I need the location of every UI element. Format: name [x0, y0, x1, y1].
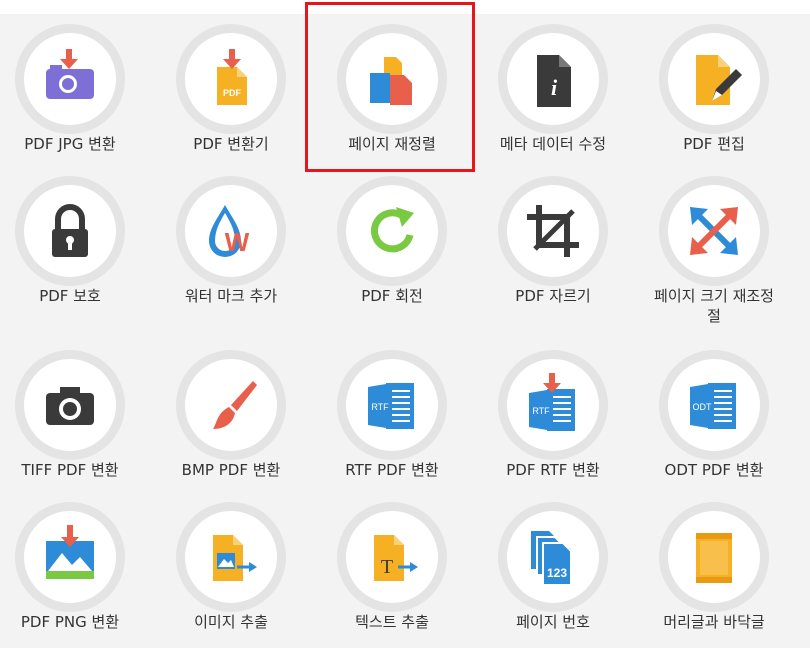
tool-label: PDF 변환기 [193, 135, 269, 153]
tool-label: 페이지 크기 재조정 절 [639, 286, 789, 326]
crop-icon [527, 205, 579, 257]
tool-icon-ring [176, 350, 286, 460]
text-glyph: T [381, 556, 393, 578]
selection-highlight [305, 2, 475, 172]
info-file-icon: i [537, 55, 571, 107]
tool-icon-ring: RTF [498, 350, 608, 460]
tool-icon-ring [498, 176, 608, 286]
tool-label: PDF 자르기 [515, 287, 591, 305]
tool-label: PDF PNG 변환 [20, 613, 120, 631]
tool-label-line1: 페이지 크기 재조정 [654, 287, 774, 305]
extract-image-icon [213, 535, 257, 581]
rtf-download-icon: RTF [529, 373, 575, 431]
tool-label: BMP PDF 변환 [181, 461, 281, 479]
tool-label: 텍스트 추출 [355, 613, 429, 631]
tool-label: 이미지 추출 [194, 613, 268, 631]
watermark-drop-icon: W [209, 205, 250, 257]
rtf-badge-text: RTF [532, 406, 550, 416]
tool-label: ODT PDF 변환 [664, 461, 764, 479]
tool-icon-ring [659, 24, 769, 134]
tool-label: PDF 회전 [361, 287, 423, 305]
tool-icon-ring: ODT [659, 350, 769, 460]
tool-label: PDF JPG 변환 [24, 135, 116, 153]
resize-arrows-icon [690, 207, 738, 255]
tool-icon-ring [15, 24, 125, 134]
tool-icon-ring: 123 [498, 502, 608, 612]
tool-label: 페이지 번호 [516, 613, 590, 631]
rotate-icon [371, 207, 414, 253]
tool-icon-ring: PDF [176, 24, 286, 134]
tool-icon-ring [659, 176, 769, 286]
numbers-badge-text: 123 [547, 566, 567, 580]
odt-badge-text: ODT [693, 402, 713, 412]
tool-label: 머리글과 바닥글 [663, 613, 765, 631]
tool-label: TIFF PDF 변환 [21, 461, 119, 479]
extract-text-icon: T [374, 535, 418, 581]
rtf-badge-text: RTF [371, 402, 389, 412]
tool-icon-ring: i [498, 24, 608, 134]
tool-icon-ring [176, 502, 286, 612]
tool-label: RTF PDF 변환 [345, 461, 439, 479]
pdf-download-icon: PDF [217, 49, 247, 105]
lock-icon [52, 204, 88, 257]
edit-file-icon [696, 55, 742, 105]
tool-icon-ring [337, 176, 447, 286]
watermark-glyph: W [225, 227, 250, 257]
tool-icon-ring [659, 502, 769, 612]
tool-label: PDF RTF 변환 [506, 461, 600, 479]
tool-icon-ring: W [176, 176, 286, 286]
pdf-badge-text: PDF [223, 88, 242, 98]
camera-download-icon [46, 49, 94, 99]
tool-icon-ring: RTF [337, 350, 447, 460]
tool-label: 워터 마크 추가 [184, 287, 278, 305]
rtf-file-icon: RTF [368, 383, 414, 429]
tool-icon-ring [15, 350, 125, 460]
header-footer-icon [696, 533, 732, 583]
image-download-icon [46, 525, 94, 579]
odt-file-icon: ODT [690, 383, 736, 429]
tool-label-line2: 절 [707, 307, 721, 325]
page-numbers-icon: 123 [531, 531, 572, 586]
paintbrush-icon [213, 381, 257, 429]
tool-label: PDF 보호 [39, 287, 101, 305]
tool-icon-ring [15, 176, 125, 286]
info-glyph: i [551, 75, 558, 100]
tool-label: 메타 데이터 수정 [499, 135, 607, 153]
camera-icon [46, 387, 94, 425]
tool-icon-ring: T [337, 502, 447, 612]
tool-label: PDF 편집 [683, 135, 745, 153]
tool-icon-ring [15, 502, 125, 612]
